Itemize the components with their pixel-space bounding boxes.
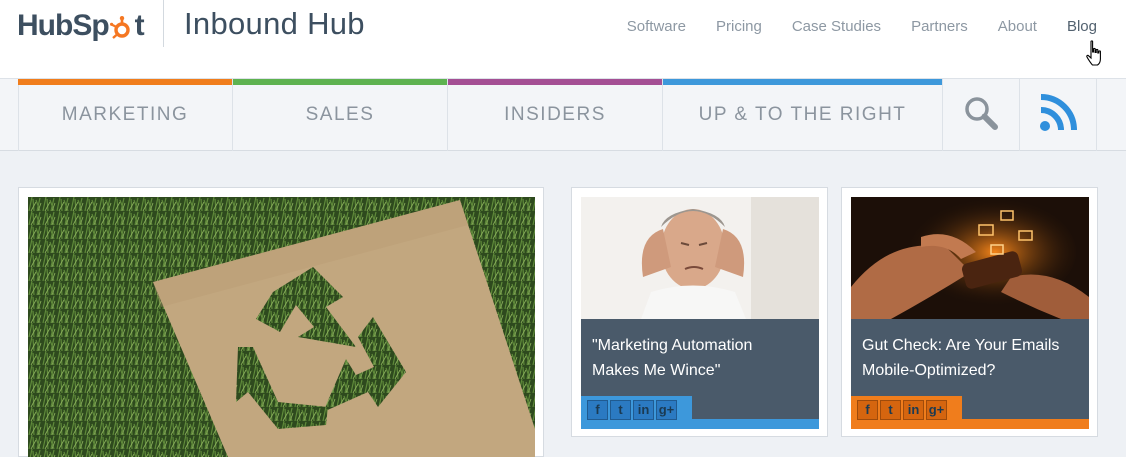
site-header: HubSp t Inbound Hub Software Pricing Cas… — [0, 0, 1126, 79]
hub-title[interactable]: Inbound Hub — [184, 6, 365, 42]
hubspot-logo[interactable]: HubSp t — [17, 6, 145, 46]
sprocket-icon — [109, 14, 134, 39]
category-tab-marketing[interactable]: MARKETING — [18, 79, 233, 151]
category-nav: MARKETING SALES INSIDERS UP & TO THE RIG… — [0, 79, 1126, 151]
nav-link-software[interactable]: Software — [627, 18, 686, 35]
post-title-line-2: Makes Me Wince" — [592, 362, 721, 379]
hand-cursor-icon — [1085, 40, 1105, 75]
logo-divider — [163, 0, 164, 47]
category-color-bar — [448, 79, 662, 85]
category-label: INSIDERS — [504, 104, 606, 125]
googleplus-share-icon[interactable]: g+ — [656, 400, 677, 420]
category-tab-sales[interactable]: SALES — [233, 79, 448, 151]
post-card-emails-mobile[interactable]: Gut Check: Are Your Emails Mobile-Optimi… — [841, 187, 1098, 437]
facebook-share-icon[interactable]: f — [587, 400, 608, 420]
category-label: UP & TO THE RIGHT — [698, 104, 907, 125]
category-color-bar — [18, 79, 232, 85]
featured-post-card[interactable] — [18, 187, 544, 457]
post-card-marketing-automation[interactable]: "Marketing Automation Makes Me Wince" f … — [571, 187, 828, 437]
post-title-line-1: "Marketing Automation — [592, 337, 753, 354]
twitter-share-icon[interactable]: t — [880, 400, 901, 420]
rss-button[interactable] — [1020, 79, 1097, 151]
social-share-bar: f t in g+ — [581, 396, 692, 428]
recycle-cardboard-image[interactable] — [28, 197, 535, 457]
post-title-line-1: Gut Check: Are Your Emails — [862, 337, 1060, 354]
hands-holding-phone-image[interactable] — [851, 197, 1089, 319]
logo-text-suffix: t — [134, 9, 145, 42]
googleplus-share-icon[interactable]: g+ — [926, 400, 947, 420]
top-nav: Software Pricing Case Studies Partners A… — [597, 18, 1097, 35]
category-label: SALES — [305, 104, 375, 125]
linkedin-share-icon[interactable]: in — [633, 400, 654, 420]
nav-link-partners[interactable]: Partners — [911, 18, 968, 35]
category-color-bar — [663, 79, 942, 85]
facebook-share-icon[interactable]: f — [857, 400, 878, 420]
nav-link-case-studies[interactable]: Case Studies — [792, 18, 881, 35]
search-button[interactable] — [943, 79, 1020, 151]
nav-link-pricing[interactable]: Pricing — [716, 18, 762, 35]
nav-link-blog[interactable]: Blog — [1067, 18, 1097, 35]
category-color-bar — [233, 79, 447, 85]
rss-icon — [1038, 93, 1078, 138]
nav-link-about[interactable]: About — [998, 18, 1037, 35]
category-label: MARKETING — [61, 104, 189, 125]
linkedin-share-icon[interactable]: in — [903, 400, 924, 420]
social-share-bar: f t in g+ — [851, 396, 962, 428]
category-tab-up-and-to-the-right[interactable]: UP & TO THE RIGHT — [663, 79, 943, 151]
category-tab-insiders[interactable]: INSIDERS — [448, 79, 663, 151]
search-icon — [963, 95, 999, 136]
twitter-share-icon[interactable]: t — [610, 400, 631, 420]
logo-text-prefix: HubSp — [17, 9, 110, 42]
man-with-headache-image[interactable] — [581, 197, 819, 319]
post-title-line-2: Mobile-Optimized? — [862, 362, 996, 379]
